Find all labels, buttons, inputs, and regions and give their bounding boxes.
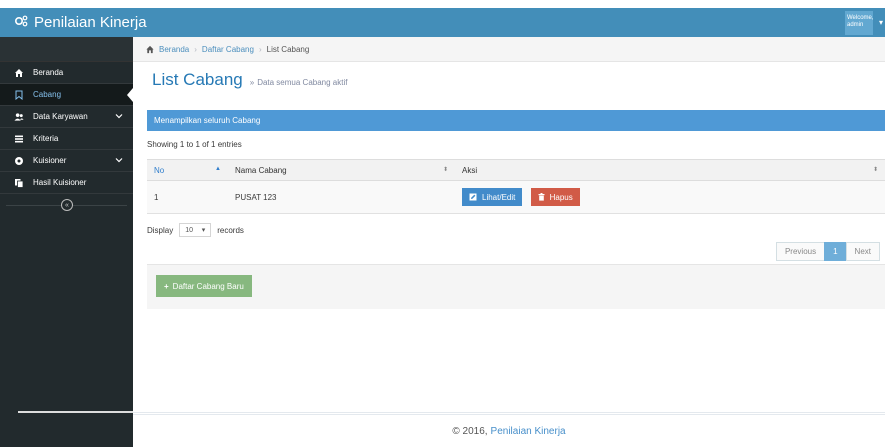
sidebar-item-kuisioner[interactable]: Kuisioner [0, 150, 133, 172]
double-angle-left-icon[interactable]: « [61, 199, 73, 211]
cell-nama-cabang: PUSAT 123 [228, 180, 455, 214]
sidebar-item-hasil-kuisioner[interactable]: Hasil Kuisioner [0, 172, 133, 194]
sidebar-item-label: Kriteria [33, 134, 59, 143]
add-cabang-label: Daftar Cabang Baru [172, 281, 244, 291]
page-subtitle: » Data semua Cabang aktif [250, 78, 348, 87]
sidebar-shortcuts [0, 37, 133, 62]
footer-copyright: © 2016, [452, 425, 488, 437]
select-value: 10 [185, 226, 194, 234]
column-header-nama-cabang[interactable]: Nama Cabang ⬍ [228, 159, 455, 181]
table-row: 1 PUSAT 123 Lihat/Edit Hapus [147, 180, 885, 214]
breadcrumb: Beranda › Daftar Cabang › List Cabang [133, 37, 885, 62]
sidebar-item-label: Hasil Kuisioner [33, 178, 87, 187]
users-icon [14, 112, 24, 122]
trash-icon [538, 193, 545, 201]
column-header-aksi[interactable]: Aksi ⬍ [455, 159, 885, 181]
page-title: List Cabang [152, 70, 243, 89]
page-header: List Cabang » Data semua Cabang aktif [152, 70, 347, 90]
sort-icon: ⬍ [872, 167, 878, 173]
next-page-button[interactable]: Next [845, 242, 880, 261]
plus-icon: + [164, 281, 169, 291]
length-menu: Display 10 ▾ records [147, 223, 244, 237]
column-label: Aksi [462, 165, 478, 175]
brand-title: Penilaian Kinerja [34, 14, 147, 31]
sidebar-divider [18, 411, 133, 413]
footer: © 2016, Penilaian Kinerja [133, 412, 885, 447]
edit-icon [469, 193, 477, 201]
chevron-down-icon [115, 112, 123, 122]
entries-info: Showing 1 to 1 of 1 entries [147, 140, 242, 149]
sidebar-item-data-karyawan[interactable]: Data Karyawan [0, 106, 133, 128]
sort-icon: ⬍ [442, 167, 448, 173]
sidebar: Beranda Cabang Data Karyawan Kriteria Ku… [0, 37, 133, 447]
pagination: Previous 1 Next [775, 242, 880, 261]
user-name: admin [847, 22, 864, 28]
main-content: Beranda › Daftar Cabang › List Cabang Li… [133, 37, 885, 447]
caret-down-icon[interactable]: ▾ [879, 18, 883, 27]
breadcrumb-daftar-cabang[interactable]: Daftar Cabang [202, 45, 254, 54]
edit-button-label: Lihat/Edit [482, 192, 516, 202]
add-cabang-button[interactable]: + Daftar Cabang Baru [156, 275, 252, 297]
list-icon [14, 134, 24, 144]
top-navbar: Penilaian Kinerja Welcome, admin ▾ [0, 8, 885, 37]
form-actions: + Daftar Cabang Baru [147, 264, 885, 309]
user-greeting: Welcome, [847, 15, 874, 21]
breadcrumb-separator: › [258, 44, 262, 54]
caret-down-icon: ▾ [201, 227, 206, 234]
breadcrumb-separator: › [194, 44, 197, 54]
table-header-bar: Menampilkan seluruh Cabang [147, 110, 885, 131]
sidebar-item-kriteria[interactable]: Kriteria [0, 128, 133, 150]
records-per-page-select[interactable]: 10 ▾ [179, 223, 212, 237]
previous-page-button[interactable]: Previous [775, 242, 826, 261]
length-suffix: records [217, 225, 244, 235]
home-icon [145, 45, 155, 54]
column-label: Nama Cabang [235, 165, 287, 175]
sidebar-item-label: Beranda [33, 68, 64, 77]
sidebar-item-beranda[interactable]: Beranda [0, 62, 133, 84]
sidebar-item-label: Data Karyawan [33, 112, 88, 121]
double-angle-right-icon: » [249, 78, 255, 87]
cell-no: 1 [147, 180, 228, 214]
breadcrumb-current: List Cabang [266, 44, 310, 54]
cogs-icon [14, 14, 34, 31]
circle-icon [14, 156, 24, 166]
length-prefix: Display [147, 225, 174, 235]
breadcrumb-beranda[interactable]: Beranda [159, 45, 189, 54]
column-header-no[interactable]: No ▲ [147, 159, 228, 181]
edit-button[interactable]: Lihat/Edit [462, 188, 523, 206]
sidebar-item-cabang[interactable]: Cabang [0, 84, 133, 106]
page-subtitle-text: Data semua Cabang aktif [257, 78, 348, 87]
brand[interactable]: Penilaian Kinerja [14, 12, 147, 33]
home-icon [14, 68, 24, 78]
page-1-button[interactable]: 1 [824, 242, 847, 261]
cabang-table: No ▲ Nama Cabang ⬍ Aksi ⬍ 1 PUSAT 123 Lihat… [147, 159, 885, 214]
sidebar-item-label: Kuisioner [33, 156, 67, 165]
delete-button-label: Hapus [549, 192, 573, 202]
user-menu[interactable]: Welcome, admin [845, 11, 874, 35]
sidebar-item-label: Cabang [33, 90, 62, 99]
bookmark-icon [14, 90, 24, 100]
chevron-down-icon [115, 156, 123, 166]
sidebar-collapse: « [0, 194, 133, 216]
cell-aksi: Lihat/Edit Hapus [455, 180, 885, 214]
delete-button[interactable]: Hapus [530, 188, 580, 206]
copy-icon [14, 178, 24, 188]
footer-brand[interactable]: Penilaian Kinerja [491, 426, 566, 437]
sort-asc-icon: ▲ [215, 166, 221, 172]
column-label: No [154, 165, 165, 175]
